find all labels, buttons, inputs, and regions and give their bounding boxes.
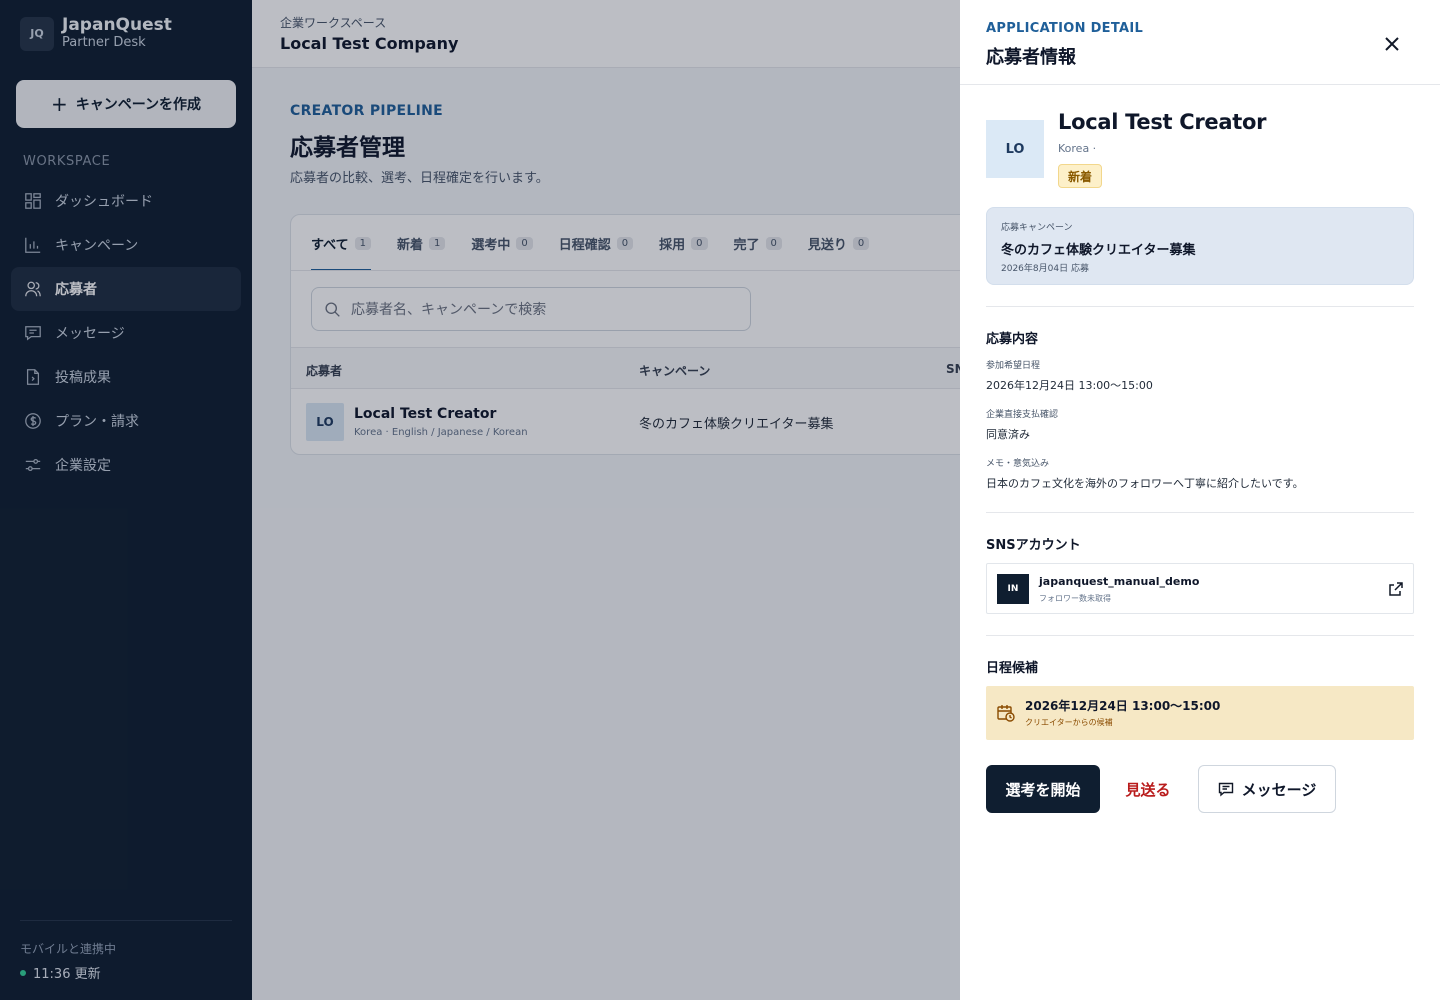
calendar-clock-icon bbox=[997, 705, 1015, 722]
application-content-title: 応募内容 bbox=[986, 332, 1039, 347]
creator-name: Local Test Creator bbox=[1058, 110, 1267, 134]
avatar: LO bbox=[986, 120, 1044, 178]
field-value: 日本のカフェ文化を海外のフォロワーへ丁寧に紹介したいです。 bbox=[986, 477, 1304, 490]
drawer-eyebrow: APPLICATION DETAIL bbox=[986, 21, 1144, 36]
section-divider bbox=[986, 512, 1414, 513]
drawer-title: 応募者情報 bbox=[986, 47, 1076, 68]
field-label: メモ・意気込み bbox=[986, 459, 1050, 469]
creator-country: Korea · bbox=[1058, 142, 1097, 155]
slot-source: クリエイターからの候補 bbox=[1025, 718, 1113, 727]
slot-time: 2026年12月24日 13:00〜15:00 bbox=[1025, 699, 1221, 713]
field-value: 同意済み bbox=[986, 428, 1030, 441]
drawer-header-divider bbox=[960, 84, 1440, 85]
instagram-icon: IN bbox=[997, 574, 1029, 604]
message-button-label: メッセージ bbox=[1241, 780, 1317, 799]
schedule-section-title: 日程候補 bbox=[986, 661, 1039, 676]
message-button[interactable]: メッセージ bbox=[1198, 765, 1336, 813]
section-divider bbox=[986, 306, 1414, 307]
sns-section-title: SNSアカウント bbox=[986, 538, 1081, 553]
field-label: 企業直接支払確認 bbox=[986, 410, 1059, 420]
field-value: 2026年12月24日 13:00〜15:00 bbox=[986, 379, 1153, 392]
start-screening-button[interactable]: 選考を開始 bbox=[986, 765, 1100, 813]
external-link-icon[interactable] bbox=[1387, 580, 1405, 598]
status-badge: 新着 bbox=[1058, 164, 1103, 188]
close-button[interactable] bbox=[1380, 32, 1404, 56]
campaign-label: 応募キャンペーン bbox=[1001, 223, 1073, 233]
campaign-summary: 応募キャンペーン 冬のカフェ体験クリエイター募集 2026年8月04日 応募 bbox=[986, 207, 1414, 285]
sns-account-card: IN japanquest_manual_demo フォロワー数未取得 bbox=[986, 563, 1414, 614]
sns-followers: フォロワー数未取得 bbox=[1039, 594, 1111, 603]
message-icon bbox=[1218, 782, 1233, 797]
close-icon bbox=[1385, 37, 1399, 51]
section-divider bbox=[986, 635, 1414, 636]
field-label: 参加希望日程 bbox=[986, 361, 1041, 371]
application-detail-drawer: APPLICATION DETAIL 応募者情報 LO Local Test C… bbox=[960, 0, 1440, 1000]
campaign-name: 冬のカフェ体験クリエイター募集 bbox=[1001, 243, 1196, 258]
modal-backdrop[interactable] bbox=[0, 0, 960, 1000]
sns-handle: japanquest_manual_demo bbox=[1039, 575, 1200, 588]
schedule-slot[interactable]: 2026年12月24日 13:00〜15:00 クリエイターからの候補 bbox=[986, 686, 1414, 740]
reject-button[interactable]: 見送る bbox=[1120, 765, 1176, 813]
campaign-applied-date: 2026年8月04日 応募 bbox=[1001, 264, 1089, 274]
